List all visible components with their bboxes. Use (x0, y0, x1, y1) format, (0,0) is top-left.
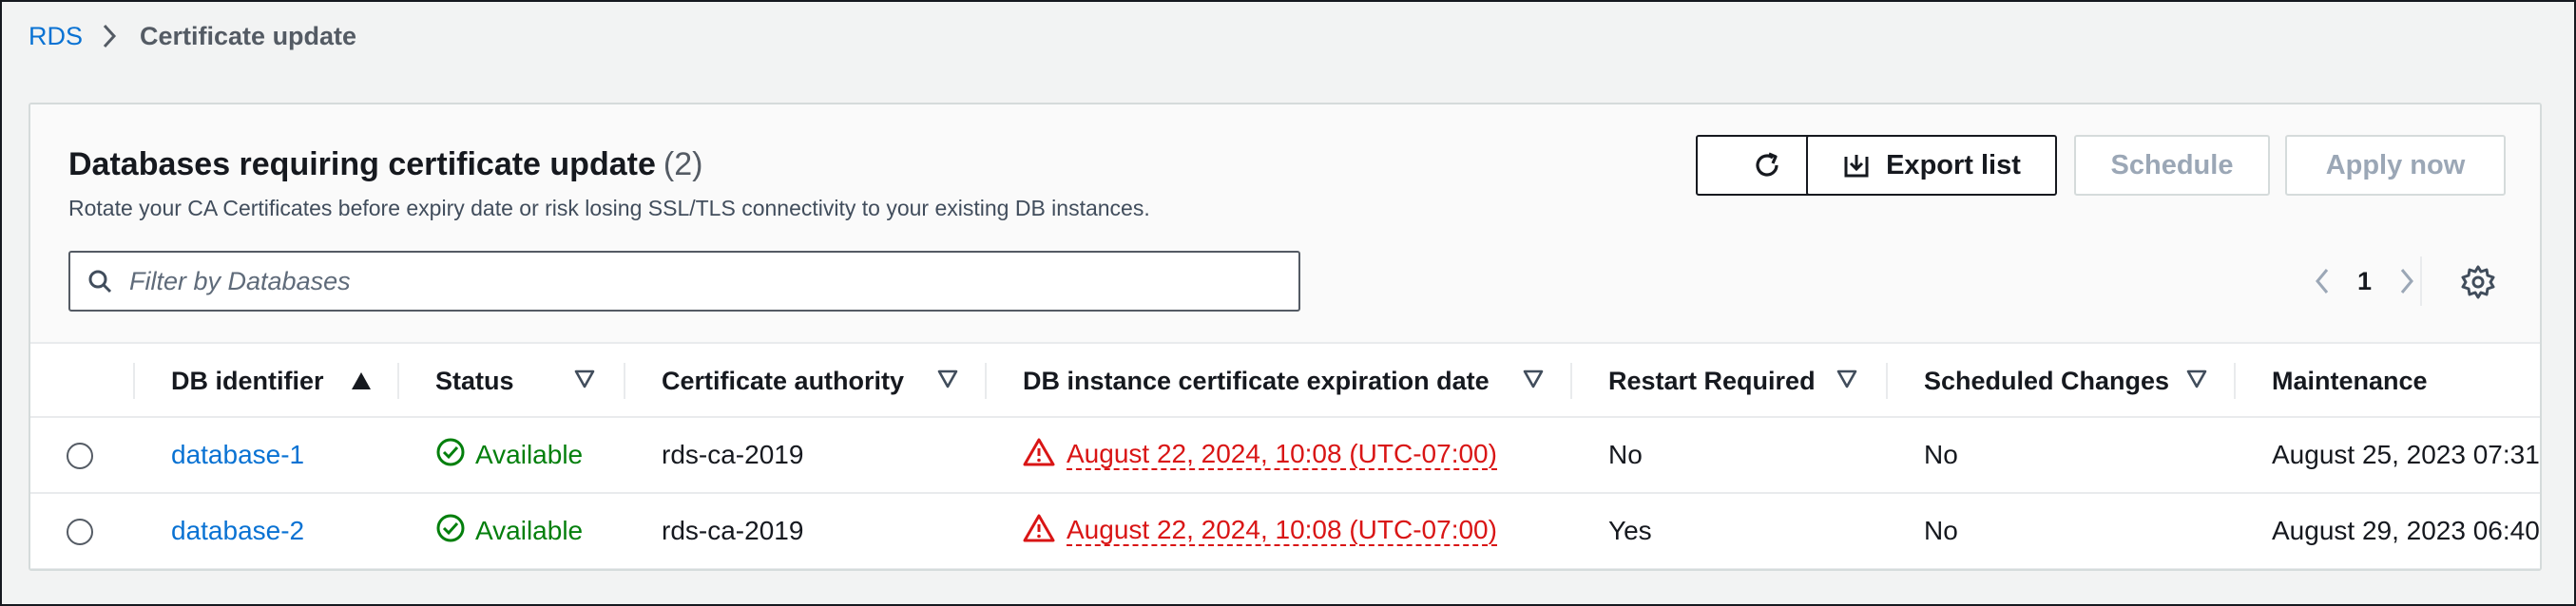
maintenance-cell: August 25, 2023 07:31 (2272, 440, 2540, 469)
check-circle-icon (435, 437, 466, 474)
table-row[interactable]: database-1 Available rds-ca-2019 August … (30, 418, 2540, 494)
warning-icon (1023, 513, 1055, 550)
column-divider (624, 363, 625, 399)
sort-icon[interactable] (2186, 369, 2207, 394)
panel-title-text: Databases requiring certificate update (68, 146, 656, 182)
column-divider (1570, 363, 1572, 399)
column-divider (985, 363, 987, 399)
table-row[interactable]: database-2 Available rds-ca-2019 August … (30, 494, 2540, 569)
expiration-date-popover[interactable]: August 22, 2024, 10:08 (UTC-07:00) (1067, 439, 1497, 471)
table-header: DB identifier Status Certificate authori… (30, 342, 2540, 418)
scheduled-changes-cell: No (1924, 440, 1958, 469)
sort-icon[interactable] (1523, 369, 1544, 394)
warning-icon (1023, 437, 1055, 474)
breadcrumb: RDS Certificate update (29, 17, 356, 55)
db-identifier-link[interactable]: database-2 (171, 516, 304, 546)
expiration-cell: August 22, 2024, 10:08 (UTC-07:00) (1023, 494, 1497, 568)
column-scheduled-changes[interactable]: Scheduled Changes (1924, 344, 2169, 418)
sort-icon[interactable] (574, 369, 595, 394)
row-select-radio[interactable] (67, 519, 93, 545)
sort-icon[interactable] (937, 369, 958, 394)
scheduled-changes-cell: No (1924, 516, 1958, 545)
column-maintenance[interactable]: Maintenance (2272, 344, 2428, 418)
column-status[interactable]: Status (435, 344, 514, 418)
apply-now-button[interactable]: Apply now (2285, 135, 2506, 196)
column-db-identifier[interactable]: DB identifier (171, 344, 324, 418)
panel-title-count: (2) (663, 146, 703, 182)
expiration-cell: August 22, 2024, 10:08 (UTC-07:00) (1023, 418, 1497, 492)
certificate-authority-cell: rds-ca-2019 (662, 516, 804, 545)
refresh-icon (1750, 148, 1784, 182)
sort-icon[interactable] (1836, 369, 1857, 394)
column-divider (133, 363, 135, 399)
filter-search-box (68, 251, 1300, 312)
column-expiration-date[interactable]: DB instance certificate expiration date (1023, 344, 1490, 418)
panel-description: Rotate your CA Certificates before expir… (68, 196, 1150, 220)
pagination-divider (2420, 256, 2422, 306)
row-select-radio[interactable] (67, 443, 93, 469)
breadcrumb-current: Certificate update (140, 21, 357, 50)
chevron-right-icon (100, 17, 123, 55)
breadcrumb-rds-link[interactable]: RDS (29, 22, 83, 51)
expiration-date-popover[interactable]: August 22, 2024, 10:08 (UTC-07:00) (1067, 515, 1497, 547)
search-icon (87, 269, 112, 294)
column-certificate-authority[interactable]: Certificate authority (662, 344, 904, 418)
column-divider (2234, 363, 2236, 399)
restart-required-cell: Yes (1608, 516, 1652, 545)
column-restart-required[interactable]: Restart Required (1608, 344, 1816, 418)
export-list-label: Export list (1886, 149, 2021, 180)
restart-required-cell: No (1608, 440, 1643, 469)
status-text: Available (475, 516, 584, 545)
filter-databases-input[interactable] (129, 266, 1270, 296)
status-cell: Available (435, 418, 583, 492)
check-circle-icon (435, 513, 466, 550)
schedule-button[interactable]: Schedule (2074, 135, 2270, 196)
sort-ascending-icon[interactable] (350, 370, 373, 396)
gear-icon[interactable] (2460, 264, 2496, 300)
db-identifier-link[interactable]: database-1 (171, 440, 304, 470)
previous-page-icon[interactable] (2308, 262, 2336, 300)
current-page-number[interactable]: 1 (2357, 267, 2372, 296)
next-page-icon[interactable] (2393, 262, 2421, 300)
certificate-authority-cell: rds-ca-2019 (662, 440, 804, 469)
panel-header: Databases requiring certificate update (2… (30, 104, 2540, 342)
panel-title: Databases requiring certificate update (2… (68, 146, 702, 183)
download-icon (1842, 151, 1871, 180)
status-cell: Available (435, 494, 583, 568)
column-divider (397, 363, 399, 399)
databases-panel: Databases requiring certificate update (2… (29, 103, 2542, 571)
export-list-button[interactable]: Export list (1806, 135, 2057, 196)
column-divider (1886, 363, 1888, 399)
status-text: Available (475, 440, 584, 469)
maintenance-cell: August 29, 2023 06:40 (2272, 516, 2540, 545)
